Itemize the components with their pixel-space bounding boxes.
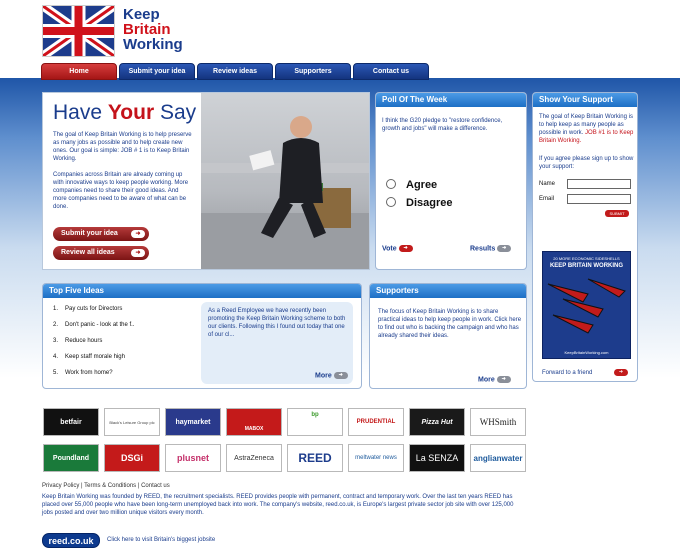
submit-idea-button[interactable]: Submit your idea ➜ bbox=[53, 227, 149, 241]
disagree-radio[interactable] bbox=[386, 197, 396, 207]
sponsor-logo-haymarket[interactable]: haymarket bbox=[165, 408, 221, 436]
hero-paragraph-2: Companies across Britain are already com… bbox=[53, 172, 189, 210]
arrow-right-icon: ➜ bbox=[131, 249, 145, 257]
contact-us-link[interactable]: Contact us bbox=[141, 483, 170, 489]
supporters-panel: Supporters The focus of Keep Britain Wor… bbox=[369, 283, 527, 389]
sponsor-logo-anglianwater[interactable]: anglianwater bbox=[470, 444, 526, 472]
poll-header: Poll Of The Week bbox=[376, 93, 526, 107]
poll-panel: Poll Of The Week I think the G20 pledge … bbox=[375, 92, 527, 270]
tab-contact-us[interactable]: Contact us bbox=[353, 63, 429, 80]
vote-button[interactable]: Vote ➜ bbox=[382, 245, 413, 252]
union-jack-flag-icon bbox=[40, 2, 117, 60]
sponsor-logo-poundland[interactable]: Poundland bbox=[43, 444, 99, 472]
idea-quote-text: As a Reed Employee we have recently been… bbox=[208, 308, 346, 338]
disagree-label: Disagree bbox=[406, 197, 453, 209]
footer-links: Privacy Policy | Terms & Conditions | Co… bbox=[42, 483, 170, 489]
review-ideas-button[interactable]: Review all ideas ➜ bbox=[53, 246, 149, 260]
sponsor-logo-betfair[interactable]: betfair bbox=[43, 408, 99, 436]
sponsor-logo-pizza-hut[interactable]: Pizza Hut bbox=[409, 408, 465, 436]
sponsor-logo-bp[interactable]: bp bbox=[287, 408, 343, 436]
vote-label: Vote bbox=[382, 245, 397, 253]
review-ideas-label: Review all ideas bbox=[61, 249, 115, 256]
reed-jobsite-link[interactable]: Click here to visit Britain's biggest jo… bbox=[107, 537, 215, 543]
site-logo[interactable]: Keep Britain Working bbox=[40, 2, 186, 60]
more-label: More bbox=[315, 372, 332, 380]
sponsor-logo-reed[interactable]: REED bbox=[287, 444, 343, 472]
more-label: More bbox=[478, 376, 495, 384]
poll-question: I think the G20 pledge to "restore confi… bbox=[382, 118, 503, 132]
support-submit-button[interactable]: SUBMIT bbox=[605, 210, 629, 217]
terms-link[interactable]: Terms & Conditions bbox=[84, 483, 136, 489]
support-signup-text: If you agree please sign up to show your… bbox=[539, 156, 634, 170]
sponsor-logo-mabox[interactable]: MABOX bbox=[226, 408, 282, 436]
agree-label: Agree bbox=[406, 179, 438, 191]
tab-home[interactable]: Home bbox=[41, 63, 117, 80]
agree-radio[interactable] bbox=[386, 179, 396, 189]
hero-panel: Have Your Say The goal of Keep Britain W… bbox=[42, 92, 370, 270]
name-label: Name bbox=[539, 181, 556, 187]
hero-title: Have Your Say bbox=[53, 101, 197, 124]
support-panel: Show Your Support The goal of Keep Brita… bbox=[532, 92, 638, 382]
support-intro: The goal of Keep Britain Working is to h… bbox=[539, 114, 634, 144]
sponsor-logo-prudential[interactable]: PRUDENTIAL bbox=[348, 408, 404, 436]
footer-description: Keep Britain Working was founded by REED… bbox=[42, 494, 514, 516]
logo-word-keep: Keep bbox=[123, 6, 160, 23]
sponsor-logo-whsmith[interactable]: WHSmith bbox=[470, 408, 526, 436]
arrow-right-icon: ➜ bbox=[614, 369, 629, 376]
privacy-policy-link[interactable]: Privacy Policy bbox=[42, 483, 79, 489]
email-label: Email bbox=[539, 196, 555, 202]
arrow-right-icon: ➜ bbox=[333, 372, 348, 379]
supporters-more-link[interactable]: More ➜ bbox=[478, 376, 511, 383]
support-header: Show Your Support bbox=[533, 93, 637, 107]
sponsor-logo-astrazeneca[interactable]: AstraZeneca bbox=[226, 444, 282, 472]
top-five-more-link[interactable]: More ➜ bbox=[315, 372, 348, 379]
tab-supporters[interactable]: Supporters bbox=[275, 63, 351, 80]
main-nav: Home Submit your idea Review ideas Suppo… bbox=[41, 63, 429, 80]
sponsor-logo-plusnet[interactable]: plusnet bbox=[165, 444, 221, 472]
campaign-poster[interactable]: 20 MORE ECONOMIC SIDESHELLS KEEP BRITAIN… bbox=[542, 251, 631, 359]
results-link[interactable]: Results ➜ bbox=[470, 245, 512, 253]
supporters-text: The focus of Keep Britain Working is to … bbox=[378, 309, 522, 339]
name-input[interactable] bbox=[567, 179, 631, 189]
sponsor-logo-meltwater[interactable]: meltwater news bbox=[348, 444, 404, 472]
tab-review-ideas[interactable]: Review ideas bbox=[197, 63, 273, 80]
forward-to-friend-link[interactable]: Forward to a friend ➜ bbox=[542, 369, 629, 377]
arrow-right-icon: ➜ bbox=[496, 376, 511, 383]
poster-top-text: 20 MORE ECONOMIC SIDESHELLS bbox=[553, 256, 620, 261]
submit-idea-label: Submit your idea bbox=[61, 230, 118, 237]
logo-word-working: Working bbox=[123, 36, 183, 53]
tab-submit-your-idea[interactable]: Submit your idea bbox=[119, 63, 195, 80]
reed-logo-badge[interactable]: reed.co.uk bbox=[42, 533, 100, 548]
email-row: Email bbox=[539, 194, 631, 204]
businessman-photo bbox=[201, 93, 369, 269]
arrow-right-icon: ➜ bbox=[398, 245, 413, 252]
email-input[interactable] bbox=[567, 194, 631, 204]
poll-option-disagree[interactable]: Disagree bbox=[386, 197, 452, 209]
forward-label: Forward to a friend bbox=[542, 370, 593, 377]
top-five-header: Top Five Ideas bbox=[43, 284, 361, 298]
rockets-illustration-icon bbox=[547, 278, 626, 334]
sponsor-logo-dsgi[interactable]: DSGi bbox=[104, 444, 160, 472]
poster-url: KeepBritainWorking.com bbox=[564, 350, 609, 355]
name-row: Name bbox=[539, 179, 631, 189]
top-five-panel: Top Five Ideas 1.Pay cuts for Directors➜… bbox=[42, 283, 362, 389]
arrow-right-icon: ➜ bbox=[497, 245, 512, 252]
sponsor-logo-blacks[interactable]: Black's Leisure Group plc bbox=[104, 408, 160, 436]
supporters-header: Supporters bbox=[370, 284, 526, 298]
logo-word-britain: Britain bbox=[123, 21, 171, 38]
poll-option-agree[interactable]: Agree bbox=[386, 179, 437, 191]
results-label: Results bbox=[470, 245, 496, 253]
arrow-right-icon: ➜ bbox=[131, 230, 145, 238]
sponsor-logo-la-senza[interactable]: La SENZA bbox=[409, 444, 465, 472]
hero-paragraph-1: The goal of Keep Britain Working is to h… bbox=[53, 132, 192, 162]
